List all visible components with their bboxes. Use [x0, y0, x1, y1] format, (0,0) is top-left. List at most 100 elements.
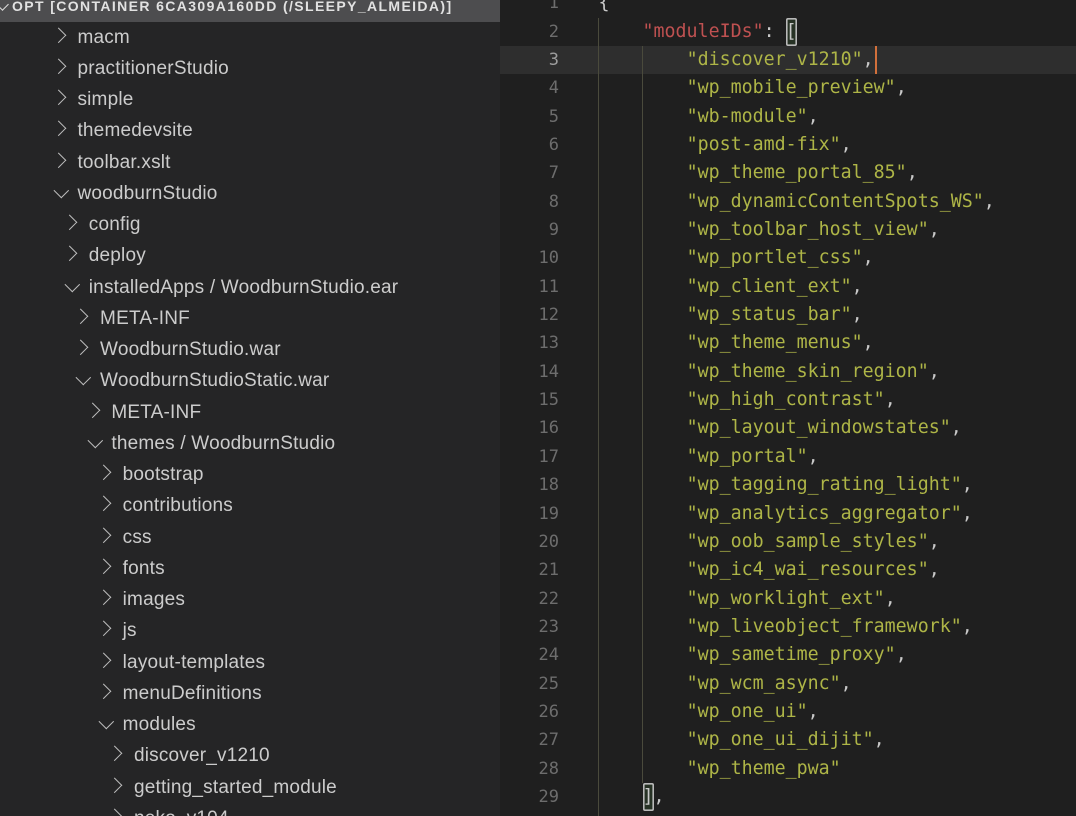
line-number[interactable]: 2: [500, 18, 559, 46]
tree-item-label: fonts: [123, 558, 165, 580]
chevron-right-icon[interactable]: [64, 214, 82, 232]
line-number[interactable]: 5: [500, 103, 559, 131]
line-number[interactable]: 27: [500, 726, 559, 754]
line-number[interactable]: 25: [500, 670, 559, 698]
tree-item-css[interactable]: css: [0, 522, 500, 553]
chevron-down-icon[interactable]: [0, 0, 8, 10]
tree-item-deploy[interactable]: deploy: [0, 241, 500, 272]
line-number[interactable]: 13: [500, 329, 559, 357]
chevron-down-icon[interactable]: [86, 433, 104, 451]
line-number[interactable]: 16: [500, 414, 559, 442]
tree-item-fonts[interactable]: fonts: [0, 553, 500, 584]
code-content[interactable]: { "moduleIDs": [ "discover_v1210", "wp_m…: [599, 0, 995, 811]
tree-item-modules[interactable]: modules: [0, 710, 500, 741]
vscode-window: { "colors":{ "sidebar_bg":"#252526","edi…: [0, 0, 1076, 816]
token-punctuation: ,: [929, 531, 940, 552]
tree-item-js[interactable]: js: [0, 616, 500, 647]
tree-item-label: menuDefinitions: [123, 683, 262, 705]
line-number[interactable]: 7: [500, 159, 559, 187]
tree-item-installedapps-woodburnstudio-ear[interactable]: installedApps / WoodburnStudio.ear: [0, 272, 500, 303]
chevron-right-icon[interactable]: [98, 589, 116, 607]
tree-item-woodburnstudio-war[interactable]: WoodburnStudio.war: [0, 335, 500, 366]
tree-item-meta-inf[interactable]: META-INF: [0, 303, 500, 334]
token-string: "wp_mobile_preview": [687, 77, 896, 98]
chevron-right-icon[interactable]: [75, 339, 93, 357]
tree-item-simple[interactable]: simple: [0, 85, 500, 116]
tree-item-neko-v104[interactable]: neko_v104: [0, 803, 500, 816]
chevron-right-icon[interactable]: [52, 89, 70, 107]
line-number[interactable]: 20: [500, 528, 559, 556]
line-number[interactable]: 1: [500, 0, 559, 18]
line-number[interactable]: 24: [500, 641, 559, 669]
tree-item-bootstrap[interactable]: bootstrap: [0, 460, 500, 491]
tree-item-contributions[interactable]: contributions: [0, 491, 500, 522]
line-number[interactable]: 12: [500, 301, 559, 329]
tree-item-getting-started-module[interactable]: getting_started_module: [0, 772, 500, 803]
line-number[interactable]: 17: [500, 443, 559, 471]
line-number[interactable]: 26: [500, 698, 559, 726]
token-punctuation: ,: [808, 106, 819, 127]
chevron-right-icon[interactable]: [64, 245, 82, 263]
tree-item-layout-templates[interactable]: layout-templates: [0, 647, 500, 678]
tree-item-practitionerstudio[interactable]: practitionerStudio: [0, 53, 500, 84]
chevron-right-icon[interactable]: [75, 308, 93, 326]
code-line-13: "wp_theme_menus",: [599, 329, 995, 357]
chevron-right-icon[interactable]: [98, 651, 116, 669]
token-punctuation: [599, 417, 687, 438]
tree-item-macm[interactable]: macm: [0, 22, 500, 53]
chevron-right-icon[interactable]: [98, 683, 116, 701]
tree-item-config[interactable]: config: [0, 210, 500, 241]
token-punctuation: [599, 588, 687, 609]
token-punctuation: [599, 361, 687, 382]
line-number[interactable]: 14: [500, 358, 559, 386]
chevron-right-icon[interactable]: [109, 776, 127, 794]
token-string: "wp_wcm_async": [687, 673, 841, 694]
chevron-right-icon[interactable]: [98, 558, 116, 576]
chevron-right-icon[interactable]: [52, 151, 70, 169]
chevron-right-icon[interactable]: [86, 401, 104, 419]
chevron-right-icon[interactable]: [109, 745, 127, 763]
chevron-right-icon[interactable]: [109, 808, 127, 816]
line-number[interactable]: 4: [500, 74, 559, 102]
chevron-down-icon[interactable]: [64, 276, 82, 294]
token-punctuation: ,: [863, 49, 874, 70]
code-editor[interactable]: 1234567891011121314151617181920212223242…: [500, 0, 1076, 816]
line-number[interactable]: 3: [500, 46, 559, 74]
chevron-right-icon[interactable]: [98, 620, 116, 638]
line-number[interactable]: 28: [500, 755, 559, 783]
chevron-down-icon[interactable]: [98, 714, 116, 732]
chevron-down-icon[interactable]: [75, 370, 93, 388]
line-number[interactable]: 19: [500, 500, 559, 528]
tree-item-meta-inf[interactable]: META-INF: [0, 397, 500, 428]
chevron-right-icon[interactable]: [98, 495, 116, 513]
tree-item-images[interactable]: images: [0, 585, 500, 616]
chevron-right-icon[interactable]: [98, 464, 116, 482]
line-number[interactable]: 29: [500, 783, 559, 811]
tree-item-themes-woodburnstudio[interactable]: themes / WoodburnStudio: [0, 428, 500, 459]
line-number[interactable]: 6: [500, 131, 559, 159]
line-number[interactable]: 11: [500, 273, 559, 301]
line-number[interactable]: 8: [500, 188, 559, 216]
line-number[interactable]: 10: [500, 244, 559, 272]
line-number[interactable]: 18: [500, 471, 559, 499]
tree-item-woodburnstudiostatic-war[interactable]: WoodburnStudioStatic.war: [0, 366, 500, 397]
line-number[interactable]: 21: [500, 556, 559, 584]
tree-item-woodburnstudio[interactable]: woodburnStudio: [0, 178, 500, 209]
chevron-down-icon[interactable]: [52, 183, 70, 201]
token-string: "wp_layout_windowstates": [687, 417, 951, 438]
tree-item-toolbar-xslt[interactable]: toolbar.xslt: [0, 147, 500, 178]
explorer-section-header[interactable]: OPT [CONTAINER 6CA309A160DD (/SLEEPY_ALM…: [0, 0, 500, 22]
tree-item-discover-v1210[interactable]: discover_v1210: [0, 741, 500, 772]
line-number-gutter: 1234567891011121314151617181920212223242…: [500, 0, 559, 811]
tree-item-themedevsite[interactable]: themedevsite: [0, 116, 500, 147]
line-number[interactable]: 22: [500, 585, 559, 613]
line-number[interactable]: 15: [500, 386, 559, 414]
chevron-right-icon[interactable]: [52, 120, 70, 138]
chevron-right-icon[interactable]: [52, 26, 70, 44]
token-string: "wp_one_ui": [687, 701, 808, 722]
chevron-right-icon[interactable]: [98, 526, 116, 544]
line-number[interactable]: 23: [500, 613, 559, 641]
tree-item-menudefinitions[interactable]: menuDefinitions: [0, 678, 500, 709]
chevron-right-icon[interactable]: [52, 58, 70, 76]
line-number[interactable]: 9: [500, 216, 559, 244]
